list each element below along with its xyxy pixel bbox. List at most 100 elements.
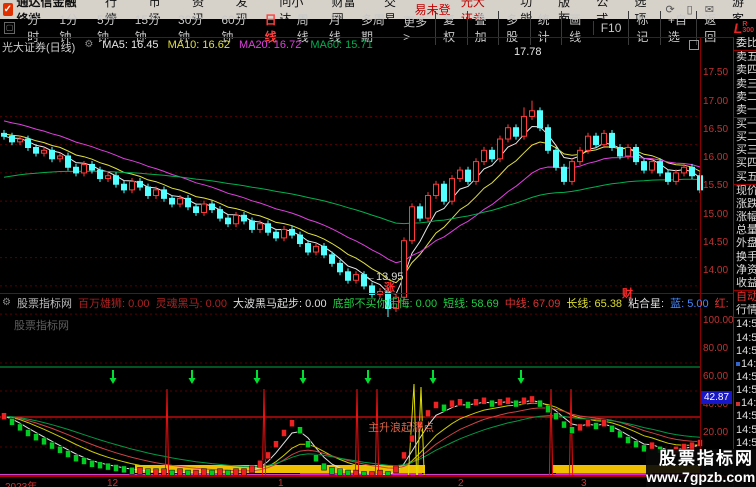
candle-body	[689, 166, 695, 177]
sidebar-time: 14:58	[736, 344, 756, 357]
oscillator-dot	[137, 467, 143, 475]
sidebar-time-row[interactable]: 14:58	[734, 371, 756, 384]
wave-start-annotation: 主升浪起涨点	[368, 422, 434, 434]
sidebar-time-row[interactable]: 14:58	[734, 318, 756, 331]
sidebar-row-买一[interactable]: 买一	[734, 118, 756, 131]
timeline-label-1: 12	[107, 478, 119, 487]
sidebar-row-卖一[interactable]: 卖一	[734, 104, 756, 118]
candle-body	[17, 138, 23, 143]
sidebar-row-涨跌[interactable]: 涨跌	[734, 198, 756, 211]
sidebar-row-买二[interactable]: 买二	[734, 131, 756, 144]
candle-body	[545, 127, 551, 151]
oscillator-dot	[561, 420, 567, 429]
sidebar-time-row[interactable]: 14:58	[734, 397, 756, 410]
trade-dot-icon	[736, 362, 740, 367]
sidebar-time: 14:58	[736, 384, 756, 397]
trade-dot-icon	[736, 401, 740, 406]
oscillator-dot	[105, 462, 111, 471]
oscillator-dot	[249, 465, 255, 474]
sidebar-row-现价[interactable]: 现价	[734, 185, 756, 198]
sidebar-row-卖三[interactable]: 卖三	[734, 77, 756, 90]
candle-body	[257, 223, 263, 230]
sidebar-row-委比[interactable]: 委比	[734, 37, 756, 52]
candle-body	[617, 147, 623, 157]
sidebar-time-row[interactable]: 14:58	[734, 424, 756, 437]
oscillator-dot	[473, 398, 479, 406]
tool-btn-F10[interactable]: F10	[592, 21, 629, 35]
oscillator-dot	[513, 399, 519, 408]
watermark-title: 股票指标网	[659, 449, 754, 468]
zhang-news-marker[interactable]: 涨	[384, 279, 395, 295]
sidebar-time-row[interactable]: 14:58	[734, 437, 756, 450]
sidebar-time-row[interactable]: 14:58	[734, 384, 756, 397]
sidebar-time-row[interactable]: 14:58	[734, 358, 756, 371]
candle-body	[1, 132, 7, 137]
indicator-header: ⚙ 股票指标网 百万雄狮: 0.00 灵魂黑马: 0.00 大波黑马起步: 0.00 底部…	[2, 295, 731, 310]
candle-body	[529, 110, 535, 117]
sidebar-row-买四[interactable]: 买四	[734, 157, 756, 170]
sidebar-row-收益[interactable]: 收益	[734, 277, 756, 291]
oscillator-dot	[1, 412, 7, 420]
oscillator-dot	[337, 468, 343, 476]
candle-body	[633, 147, 639, 163]
sidebar-row-行情[interactable]: 行情	[734, 304, 756, 319]
sidebar-time-row[interactable]: 14:58	[734, 331, 756, 344]
candle-body	[681, 166, 687, 174]
sidebar-time: 14:58	[736, 436, 756, 449]
timeline-label-0: 2023年	[5, 478, 37, 487]
candle-body	[561, 166, 567, 182]
sidebar-row-外盘[interactable]: 外盘	[734, 237, 756, 250]
candle-body	[465, 169, 471, 182]
indicator-field-label: 红:	[714, 297, 729, 310]
sidebar-row-买三[interactable]: 买三	[734, 144, 756, 157]
candle-body	[609, 132, 615, 148]
oscillator-dot	[305, 440, 311, 448]
indicator-tick-60.00: 60.00	[703, 371, 729, 382]
green-sell-arrow-icon	[364, 378, 372, 384]
sidebar-row-净资[interactable]: 净资	[734, 264, 756, 277]
indicator-field-label: 底部不买你后悔:	[332, 297, 413, 310]
candle-body	[441, 183, 447, 202]
indicator-field-value: 5.00	[684, 297, 709, 310]
oscillator-dot	[593, 422, 599, 430]
indicator-field-label: 灵魂黑马:	[155, 297, 203, 310]
sidebar-row-涨幅[interactable]: 涨幅	[734, 211, 756, 224]
sidebar-row-卖二[interactable]: 卖二	[734, 91, 756, 104]
chart-canvas[interactable]	[0, 37, 733, 476]
indicator-tick-100.00: 100.00	[703, 315, 734, 326]
price-tick-17.50: 17.50	[703, 67, 729, 79]
indicator-site-label: 股票指标网	[16, 297, 72, 310]
sidebar-row-卖四[interactable]: 卖四	[734, 64, 756, 77]
sidebar-time: 14:58	[736, 331, 756, 344]
sidebar-row-买五[interactable]: 买五	[734, 171, 756, 185]
timeline-label-2: 1	[278, 478, 284, 487]
oscillator-dot	[329, 467, 335, 475]
sidebar-row-卖五[interactable]: 卖五	[734, 51, 756, 64]
sidebar-time-row[interactable]: 14:58	[734, 410, 756, 423]
sidebar-row-自动[interactable]: 自动	[734, 291, 756, 304]
oscillator-dot	[121, 465, 127, 474]
indicator-field-8: 蓝: 5.00	[670, 295, 709, 310]
green-sell-arrow-icon	[109, 378, 117, 384]
watermark-url: www.7gpzb.com	[646, 469, 756, 485]
pane-maximize-icon[interactable]	[689, 40, 699, 50]
candle-body	[153, 189, 159, 197]
oscillator-dot	[145, 468, 151, 476]
sidebar-time: 14:58	[736, 410, 756, 423]
candle-body	[569, 161, 575, 182]
oscillator-dot	[545, 405, 551, 413]
sidebar-time: 14:58	[741, 357, 756, 370]
oscillator-dot	[297, 426, 303, 434]
sidebar-row-换手[interactable]: 换手	[734, 251, 756, 264]
price-tick-15.50: 15.50	[703, 180, 729, 192]
window-icon[interactable]: ▢	[4, 22, 16, 34]
indicator-field-5: 中线: 67.09	[505, 295, 561, 310]
sidebar-time-row[interactable]: 14:58	[734, 345, 756, 358]
oscillator-dot	[497, 398, 503, 406]
candle-body	[625, 147, 631, 157]
indicator-field-value: 0.00	[302, 297, 327, 310]
sidebar-row-总量[interactable]: 总量	[734, 224, 756, 237]
oscillator-dot	[289, 419, 295, 427]
indicator-field-label: 粘合星:	[628, 297, 665, 310]
oscillator-dot	[601, 419, 607, 427]
